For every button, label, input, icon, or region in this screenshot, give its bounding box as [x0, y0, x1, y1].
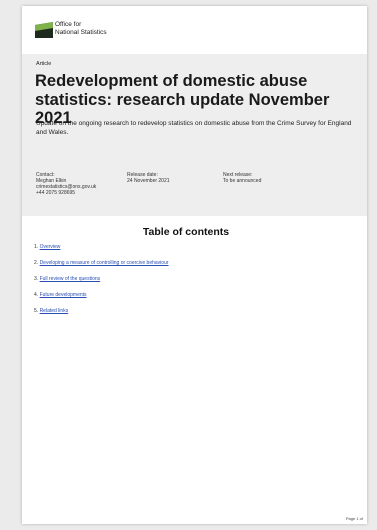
article-type-label: Article [36, 61, 52, 67]
toc-link-full-review[interactable]: Full review of the questions [40, 276, 101, 282]
toc-item-number: 3. [34, 276, 39, 282]
toc-item: 5. Related links [34, 309, 169, 314]
toc-link-controlling-behaviour[interactable]: Developing a measure of controlling or c… [40, 260, 169, 266]
logo-line-1: Office for [55, 21, 82, 28]
next-release-value: To be announced [223, 178, 262, 184]
toc-link-related-links[interactable]: Related links [40, 308, 69, 314]
toc-item: 4. Future developments [34, 293, 169, 298]
contact-phone: +44 2075 928695 [36, 190, 76, 196]
release-date-block: Release date: 24 November 2021 [127, 172, 170, 184]
release-date-value: 24 November 2021 [127, 178, 170, 184]
toc-item: 1. Overview [34, 245, 169, 250]
toc-item-number: 2. [34, 260, 39, 266]
toc-item: 3. Full review of the questions [34, 277, 169, 282]
toc-link-overview[interactable]: Overview [40, 244, 61, 250]
document-page: Office for National Statistics Article R… [22, 6, 367, 524]
contact-block: Contact: Meghan Elkin crimestatistics@on… [36, 172, 96, 196]
logo-line-2: National Statistics [55, 28, 107, 36]
ons-logo-icon [35, 22, 53, 38]
toc-list: 1. Overview 2. Developing a measure of c… [34, 245, 169, 325]
ons-logo-text: Office for National Statistics [55, 21, 107, 36]
toc-heading: Table of contents [142, 226, 230, 238]
toc-item-number: 4. [34, 292, 39, 298]
toc-item: 2. Developing a measure of controlling o… [34, 261, 169, 266]
next-release-block: Next release: To be announced [223, 172, 261, 184]
article-summary: Update on the ongoing research to redeve… [36, 120, 352, 136]
toc-item-number: 1. [34, 244, 39, 250]
page-number: Page 1 of [345, 516, 363, 521]
toc-item-number: 5. [34, 308, 39, 314]
toc-link-future-developments[interactable]: Future developments [40, 292, 87, 298]
